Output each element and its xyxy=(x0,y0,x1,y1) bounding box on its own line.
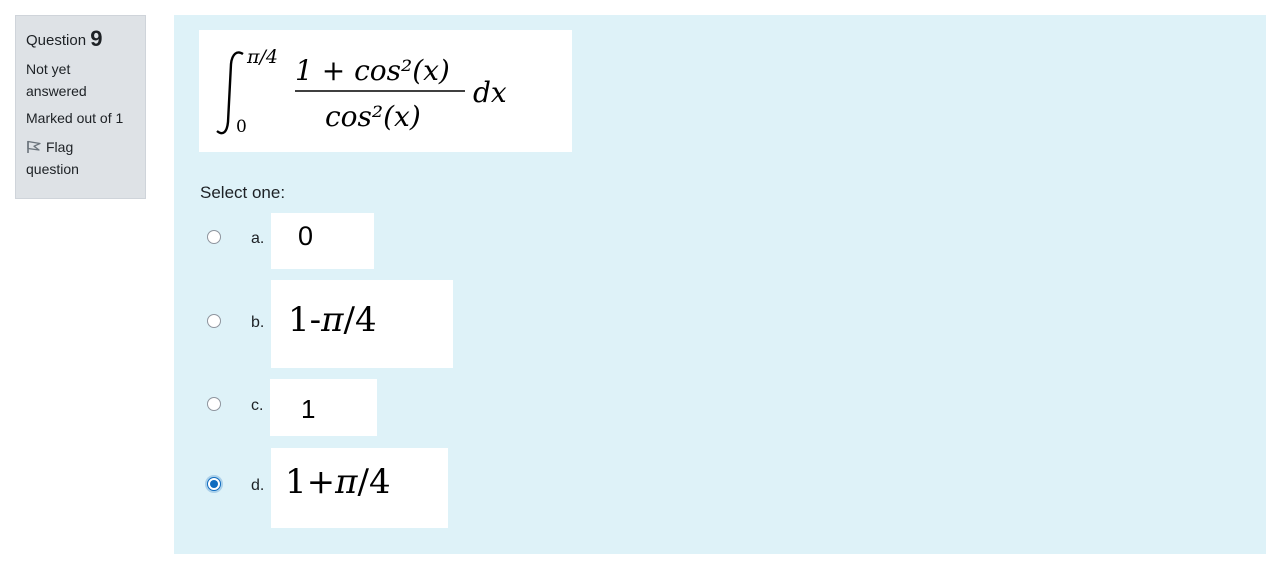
option-b-suffix: /4 xyxy=(343,300,377,340)
option-letter-c: c. xyxy=(251,397,264,414)
option-b-pi: π xyxy=(321,300,344,340)
radio-option-d-selected[interactable] xyxy=(207,477,221,491)
option-letter-a: a. xyxy=(251,230,265,247)
option-letter-d: d. xyxy=(251,477,265,494)
state-line-2: answered xyxy=(26,83,87,99)
flag-label-line-2: question xyxy=(26,161,79,177)
question-info-panel: Question 9 Not yet answered Marked out o… xyxy=(15,15,146,199)
numerator: 1 + cos²(x) xyxy=(295,54,450,87)
state-line-1: Not yet xyxy=(26,61,71,77)
flag-label-line-1: Flag xyxy=(46,139,74,155)
radio-option-b[interactable] xyxy=(207,314,221,328)
option-letter-b: b. xyxy=(251,314,265,331)
option-answer-a: 0 xyxy=(298,221,314,251)
option-answer-c: 1 xyxy=(301,394,316,424)
option-answer-d: 1+π/4 xyxy=(285,462,391,502)
question-state: Not yet answered xyxy=(26,58,135,102)
question-label: Question xyxy=(26,32,87,49)
radio-option-c[interactable] xyxy=(207,397,221,411)
option-answer-box-c: 1 xyxy=(270,379,377,436)
option-answer-box-a: 0 xyxy=(271,213,374,269)
option-answer-b: 1-π/4 xyxy=(288,300,377,340)
question-content: π/4 0 1 + cos²(x) cos²(x) dx Select one:… xyxy=(174,15,1266,554)
option-d-pi: π xyxy=(335,462,358,502)
select-one-prompt: Select one: xyxy=(200,183,286,202)
denominator: cos²(x) xyxy=(325,100,421,133)
option-answer-box-d: 1+π/4 xyxy=(271,448,448,528)
question-formula-image: π/4 0 1 + cos²(x) cos²(x) dx xyxy=(199,30,572,152)
question-number: 9 xyxy=(90,26,103,51)
radio-option-a[interactable] xyxy=(207,230,221,244)
differential: dx xyxy=(473,76,507,109)
question-grade: Marked out of 1 xyxy=(26,110,124,126)
option-b-prefix: 1- xyxy=(288,300,322,340)
lower-limit: 0 xyxy=(236,117,247,137)
upper-limit: π/4 xyxy=(246,46,278,68)
flag-question-link[interactable]: Flag question xyxy=(26,136,135,180)
option-d-suffix: /4 xyxy=(357,462,391,502)
option-answer-box-b: 1-π/4 xyxy=(271,280,453,368)
question-number-heading: Question 9 xyxy=(26,26,135,52)
option-d-prefix: 1+ xyxy=(285,462,336,502)
flag-icon xyxy=(26,138,42,153)
